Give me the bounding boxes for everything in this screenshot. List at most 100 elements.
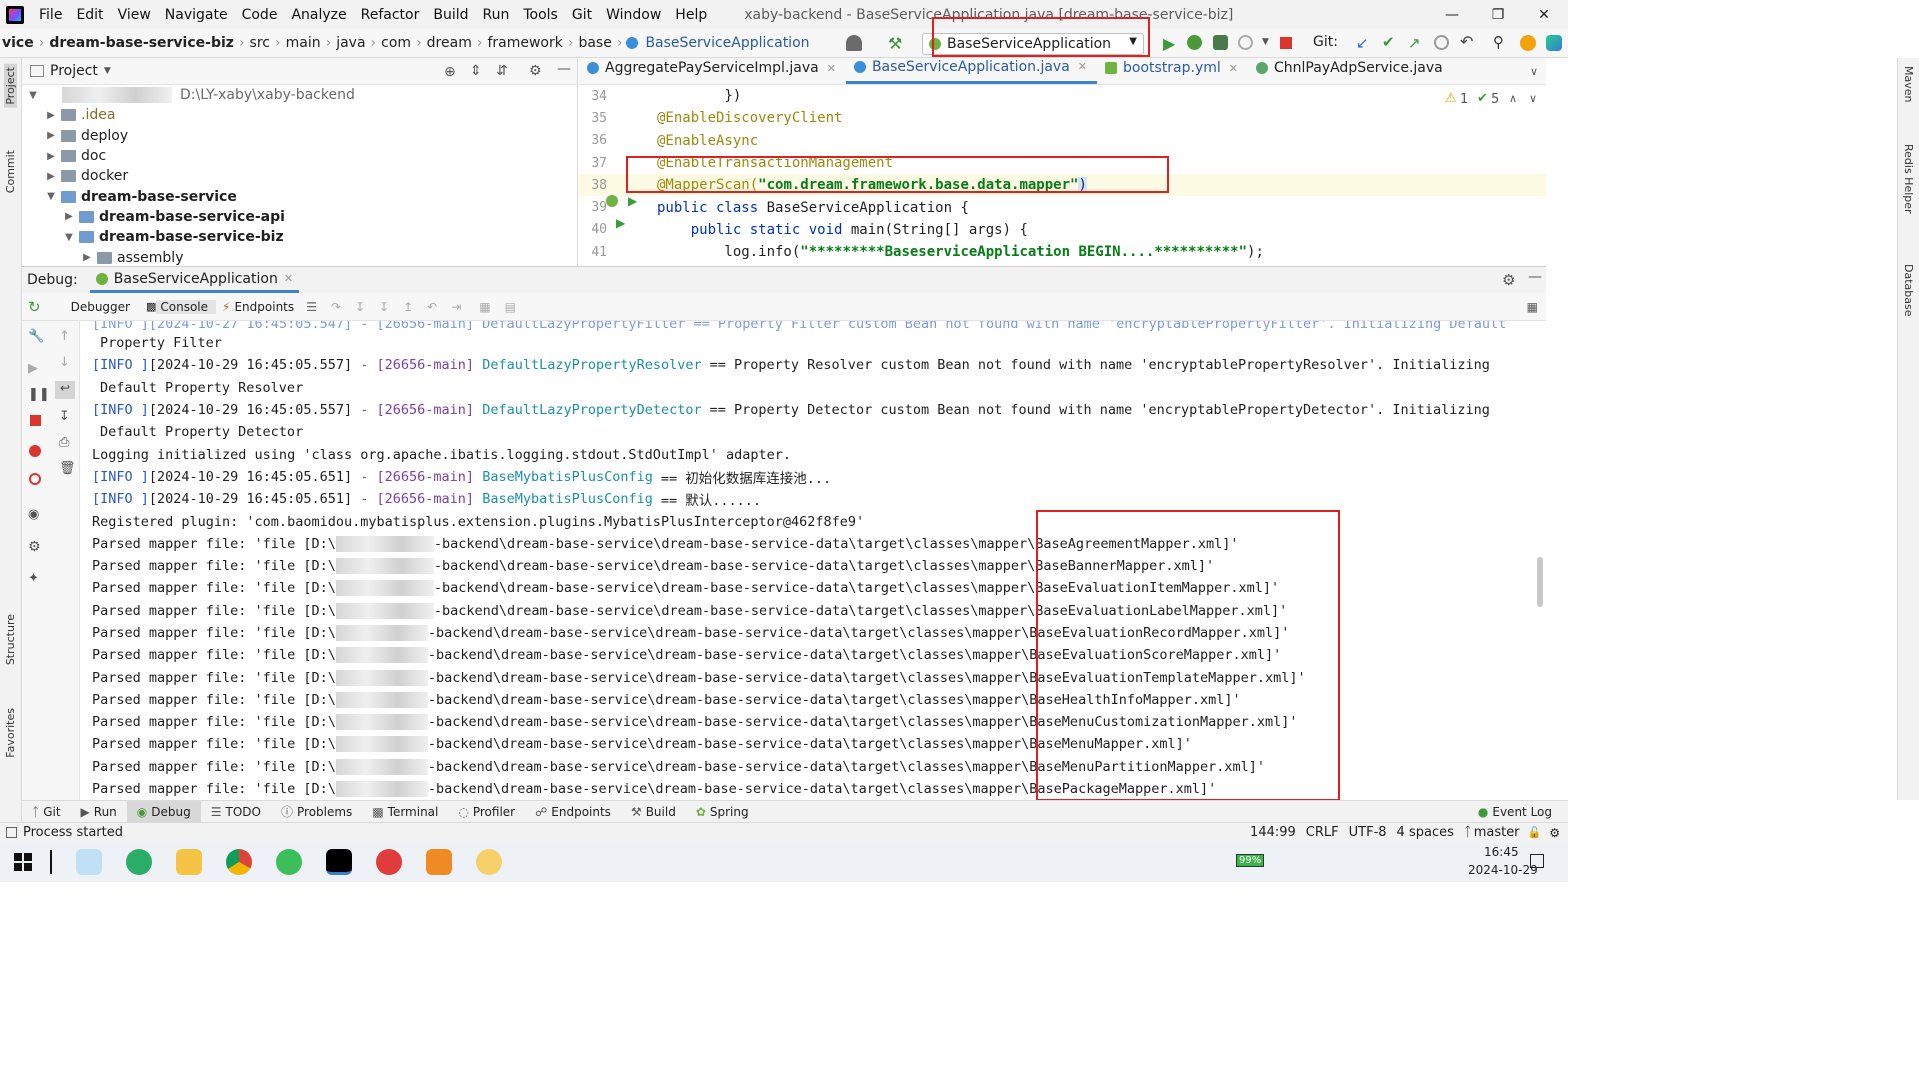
chevron-right-icon[interactable]: ▶ bbox=[44, 110, 58, 121]
editor-tab[interactable]: AggregatePayServiceImpl.java ✕ bbox=[579, 57, 846, 84]
line-separator[interactable]: CRLF bbox=[1306, 825, 1339, 840]
breadcrumb-item[interactable]: vice bbox=[0, 35, 39, 51]
menu-help[interactable]: Help bbox=[668, 7, 714, 23]
tab-git[interactable]: ᛏ Git bbox=[22, 805, 71, 819]
rerun-icon[interactable]: ↻ bbox=[28, 298, 41, 316]
menu-tools[interactable]: Tools bbox=[516, 7, 565, 23]
step-over-icon[interactable]: ↷ bbox=[331, 300, 341, 314]
chevron-right-icon[interactable]: ▶ bbox=[44, 171, 58, 182]
netease-music-icon[interactable] bbox=[376, 849, 402, 875]
evaluate-icon[interactable]: ▦ bbox=[479, 300, 490, 314]
file-explorer-icon[interactable] bbox=[176, 849, 202, 875]
tree-item[interactable]: ▶ doc bbox=[22, 146, 577, 166]
chevron-up-icon[interactable]: ∧ bbox=[1509, 92, 1517, 105]
menu-git[interactable]: Git bbox=[565, 7, 599, 23]
layout-icon[interactable]: ▦ bbox=[1527, 300, 1538, 314]
coverage-icon[interactable] bbox=[1213, 35, 1228, 50]
menu-icon[interactable]: ☰ bbox=[306, 300, 317, 314]
print-icon[interactable]: ⎙ bbox=[59, 435, 73, 450]
breadcrumb-item[interactable]: java bbox=[331, 35, 370, 51]
tab-event-log[interactable]: ● Event Log bbox=[1468, 805, 1562, 819]
hammer-icon[interactable]: ⚒ bbox=[888, 34, 902, 53]
scrollbar-thumb[interactable] bbox=[1537, 557, 1543, 607]
breadcrumb-item[interactable]: dream-base-service-biz bbox=[44, 35, 239, 51]
tab-spring[interactable]: ✿ Spring bbox=[686, 805, 759, 819]
database-tool-button[interactable]: Database bbox=[1902, 264, 1915, 317]
close-icon[interactable]: ✕ bbox=[1078, 60, 1087, 73]
breadcrumb-item[interactable]: com bbox=[376, 35, 416, 51]
debug-icon[interactable] bbox=[1187, 35, 1202, 50]
git-push-icon[interactable]: ↗ bbox=[1408, 34, 1421, 52]
tree-root[interactable]: ▼ D:\LY-xaby\xaby-backend bbox=[22, 85, 577, 105]
locate-icon[interactable]: ⊕ bbox=[444, 64, 456, 80]
redis-helper-tool-button[interactable]: Redis Helper bbox=[1902, 144, 1915, 214]
app-icon[interactable] bbox=[426, 849, 452, 875]
hide-icon[interactable]: — bbox=[557, 61, 571, 77]
run-to-cursor-icon[interactable]: ⇥ bbox=[451, 300, 461, 314]
clock-time[interactable]: 16:45 bbox=[1484, 845, 1519, 859]
breadcrumb-item[interactable]: src bbox=[245, 35, 275, 51]
chevron-down-icon[interactable]: ▼ bbox=[1262, 37, 1269, 47]
chevron-right-icon[interactable]: ▶ bbox=[44, 130, 58, 141]
wrench-icon[interactable]: 🔧 bbox=[28, 329, 44, 344]
history-icon[interactable] bbox=[1434, 35, 1449, 50]
gear-icon[interactable]: ⚙ bbox=[1502, 271, 1515, 289]
menu-window[interactable]: Window bbox=[599, 7, 668, 23]
chevron-down-icon[interactable]: ▼ bbox=[26, 90, 40, 101]
memory-indicator-icon[interactable]: ⚙ bbox=[1549, 826, 1560, 840]
collapse-all-icon[interactable]: ⇵ bbox=[496, 63, 508, 79]
stop-icon[interactable] bbox=[1280, 37, 1292, 49]
breadcrumb-item[interactable]: main bbox=[281, 35, 326, 51]
pin-icon[interactable]: ✦ bbox=[28, 571, 42, 586]
tab-console[interactable]: Console bbox=[156, 299, 217, 314]
camera-icon[interactable]: ◉ bbox=[28, 507, 42, 522]
warning-icon[interactable]: ⚠ bbox=[1445, 91, 1457, 106]
breadcrumb-item[interactable]: framework bbox=[482, 35, 567, 51]
user-icon[interactable] bbox=[846, 35, 862, 51]
tree-item[interactable]: ▶ assembly bbox=[22, 247, 577, 267]
chrome-icon[interactable] bbox=[226, 849, 252, 875]
close-icon[interactable]: ✕ bbox=[1520, 0, 1568, 29]
clock-date[interactable]: 2024-10-29 bbox=[1468, 863, 1538, 877]
tab-build[interactable]: ⚒ Build bbox=[621, 805, 686, 819]
run-gutter-icon[interactable]: ▶ bbox=[616, 216, 625, 230]
check-icon[interactable]: ✔ bbox=[1477, 91, 1488, 106]
tab-todo[interactable]: ☰ TODO bbox=[201, 805, 271, 819]
maven-tool-button[interactable]: Maven bbox=[1902, 66, 1915, 102]
editor-tab[interactable]: bootstrap.yml ✕ bbox=[1097, 57, 1248, 84]
menu-view[interactable]: View bbox=[111, 7, 158, 23]
expand-all-icon[interactable]: ⇕ bbox=[470, 63, 482, 79]
jetbrains-icon[interactable] bbox=[1546, 35, 1562, 51]
breadcrumb-item[interactable]: BaseServiceApplication bbox=[640, 35, 814, 51]
tab-endpoints[interactable]: ☍ Endpoints bbox=[525, 805, 621, 819]
menu-build[interactable]: Build bbox=[426, 7, 475, 23]
update-icon[interactable] bbox=[1520, 35, 1536, 51]
minimize-icon[interactable]: — bbox=[1428, 0, 1476, 29]
hide-icon[interactable]: — bbox=[1528, 269, 1542, 285]
gear-icon[interactable]: ⚙ bbox=[28, 539, 42, 555]
battery-icon[interactable]: 99% bbox=[1236, 854, 1265, 867]
cursor-position[interactable]: 144:99 bbox=[1250, 825, 1296, 840]
menu-navigate[interactable]: Navigate bbox=[158, 7, 235, 23]
tree-item[interactable]: ▶ dream-base-service-api bbox=[22, 207, 577, 227]
step-into-icon[interactable]: ↧ bbox=[355, 300, 365, 314]
step-out-icon[interactable]: ↥ bbox=[403, 300, 413, 314]
app-icon[interactable] bbox=[76, 849, 102, 875]
windows-start-icon[interactable] bbox=[14, 853, 32, 871]
drop-frame-icon[interactable]: ↶ bbox=[427, 300, 437, 314]
project-title[interactable]: Project bbox=[50, 63, 98, 79]
resume-icon[interactable]: ▶ bbox=[28, 361, 42, 376]
maximize-icon[interactable]: ❐ bbox=[1474, 0, 1522, 29]
run-gutter-icon[interactable]: ▶ bbox=[628, 194, 637, 208]
lock-icon[interactable]: 🔓 bbox=[1528, 826, 1542, 839]
tree-item[interactable]: ▼ dream-base-service-biz bbox=[22, 227, 577, 247]
close-icon[interactable]: ✕ bbox=[284, 272, 293, 285]
menu-run[interactable]: Run bbox=[476, 7, 517, 23]
wechat-icon[interactable] bbox=[126, 849, 152, 875]
chevron-down-icon[interactable]: ∨ bbox=[1529, 92, 1537, 105]
chevron-right-icon[interactable]: ▶ bbox=[62, 211, 76, 222]
menu-file[interactable]: File bbox=[32, 7, 69, 23]
profiler-icon[interactable] bbox=[1238, 35, 1253, 50]
tab-run[interactable]: ▶ Run bbox=[71, 805, 127, 819]
tab-debugger[interactable]: Debugger bbox=[63, 300, 138, 314]
